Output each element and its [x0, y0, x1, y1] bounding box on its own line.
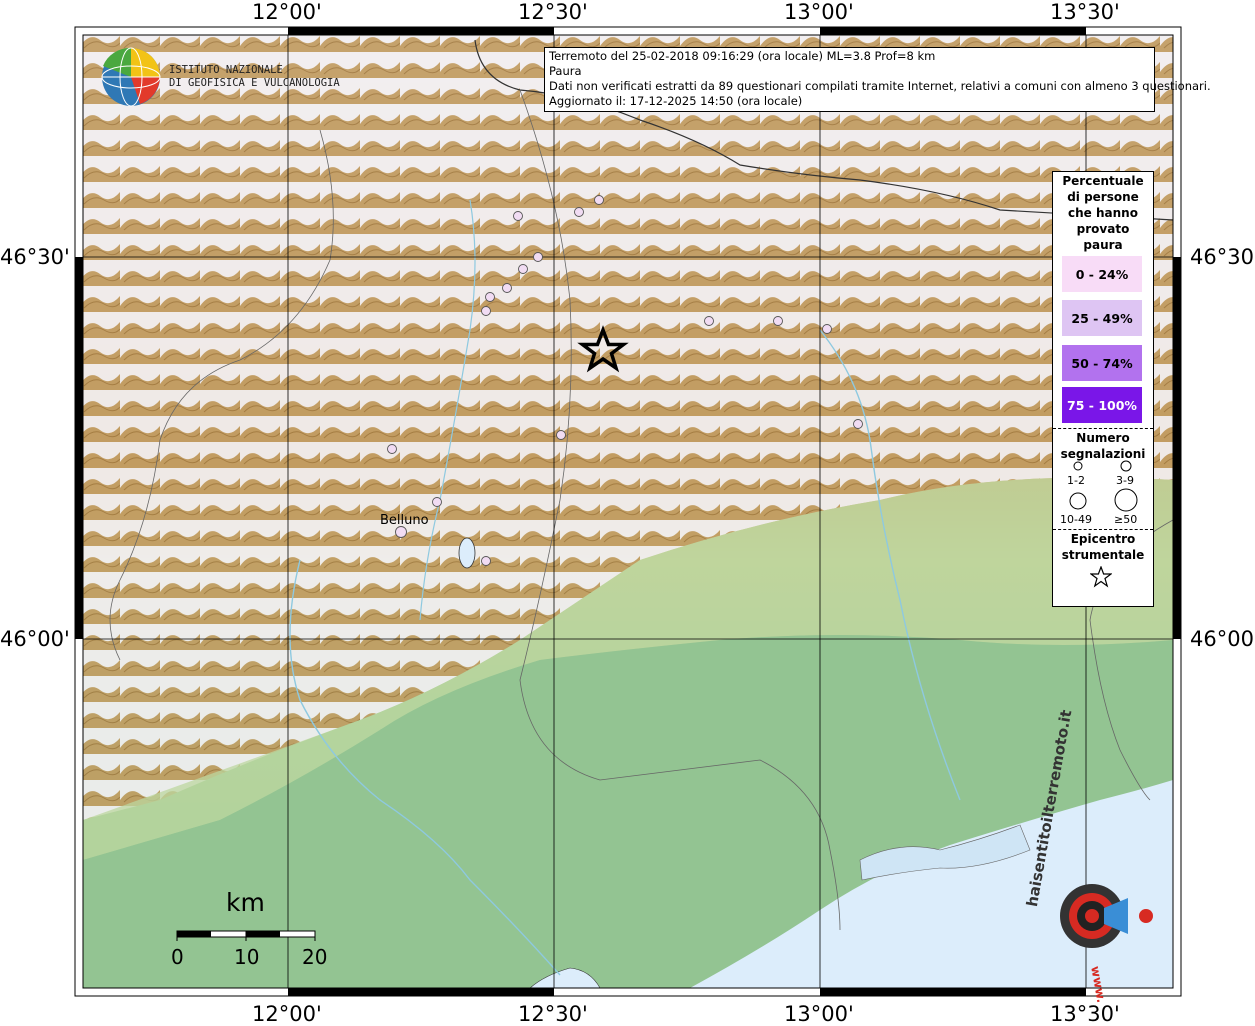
legend-epicenter-line: Epicentro [1070, 532, 1136, 546]
count-label: 1-2 [1067, 474, 1085, 487]
survey-point [594, 195, 604, 205]
survey-point [387, 444, 397, 454]
survey-point [704, 316, 714, 326]
ingv-logo-line2: DI GEOFISICA E VULCANOLOGIA [169, 77, 340, 89]
survey-point [513, 211, 523, 221]
survey-point [574, 207, 584, 217]
legend-epicenter-title: Epicentro strumentale [1053, 531, 1153, 563]
survey-point [518, 264, 528, 274]
event-info-source: Dati non verificati estratti da 89 quest… [549, 79, 1211, 93]
legend-title-line: Percentuale [1062, 174, 1144, 188]
count-label: ≥50 [1114, 513, 1138, 526]
survey-point [853, 419, 863, 429]
scale-unit: km [226, 888, 265, 917]
survey-point [822, 324, 832, 334]
legend-epicenter-line: strumentale [1061, 548, 1145, 562]
legend-class-label: 75 - 100% [1067, 397, 1137, 413]
lon-label-top: 12°30' [518, 0, 588, 24]
survey-point [556, 430, 566, 440]
count-size-icons [1069, 460, 1138, 512]
legend-class-label: 25 - 49% [1071, 310, 1133, 326]
legend-class-2: 50 - 74% [1062, 345, 1142, 381]
lat-label-right: 46°00' [1190, 627, 1255, 651]
lon-label-bottom: 12°30' [518, 1002, 588, 1026]
event-info-updated: Aggiornato il: 17-12-2025 14:50 (ora loc… [549, 94, 803, 108]
survey-point [773, 316, 783, 326]
legend-divider [1053, 428, 1153, 429]
legend-divider [1053, 529, 1153, 530]
survey-point [481, 306, 491, 316]
legend-title-line: che hanno [1068, 206, 1138, 220]
legend-star-icon [1090, 566, 1112, 588]
lat-label-right: 46°30' [1190, 245, 1255, 269]
survey-point [481, 556, 491, 566]
legend-class-3: 75 - 100% [1062, 387, 1142, 423]
legend-class-label: 0 - 24% [1075, 266, 1129, 282]
survey-point [485, 292, 495, 302]
event-info-line: Terremoto del 25-02-2018 09:16:29 (ora l… [549, 49, 936, 63]
lat-label-left: 46°30' [0, 245, 70, 269]
legend-title-line: provato [1076, 222, 1130, 236]
lon-label-bottom: 13°30' [1050, 1002, 1120, 1026]
scale-tick-label: 10 [234, 945, 260, 969]
event-info-parameter: Paura [549, 64, 582, 78]
legend-title: Percentuale di persone che hanno provato… [1053, 173, 1153, 253]
legend-count-title-line: Numero [1076, 431, 1130, 445]
survey-point [395, 526, 407, 538]
event-info-box: Terremoto del 25-02-2018 09:16:29 (ora l… [544, 47, 1211, 112]
lon-label-top: 13°30' [1050, 0, 1120, 24]
scale-tick-label: 0 [171, 945, 184, 969]
ingv-globe-icon [101, 47, 161, 107]
lon-label-top: 12°00' [252, 0, 322, 24]
lon-label-bottom: 13°00' [784, 1002, 854, 1026]
lon-label-top: 13°00' [784, 0, 854, 24]
ingv-logo-line1: ISTITUTO NAZIONALE [169, 64, 283, 76]
city-label-belluno: Belluno [380, 513, 429, 528]
ingv-logo: ISTITUTO NAZIONALE DI GEOFISICA E VULCAN… [169, 64, 340, 90]
legend-title-line: paura [1083, 238, 1123, 252]
lake [458, 537, 476, 569]
survey-point [432, 497, 442, 507]
survey-point [533, 252, 543, 262]
legend-class-1: 25 - 49% [1062, 300, 1142, 336]
legend: Percentuale di persone che hanno provato… [1052, 171, 1154, 607]
lat-label-left: 46°00' [0, 627, 70, 651]
survey-point [502, 283, 512, 293]
legend-class-0: 0 - 24% [1062, 256, 1142, 292]
scale-tick-label: 20 [302, 945, 328, 969]
legend-title-line: di persone [1067, 190, 1139, 204]
count-label: 10-49 [1060, 513, 1092, 526]
lon-label-bottom: 12°00' [252, 1002, 322, 1026]
count-label: 3-9 [1116, 474, 1134, 487]
legend-class-label: 50 - 74% [1071, 355, 1133, 371]
